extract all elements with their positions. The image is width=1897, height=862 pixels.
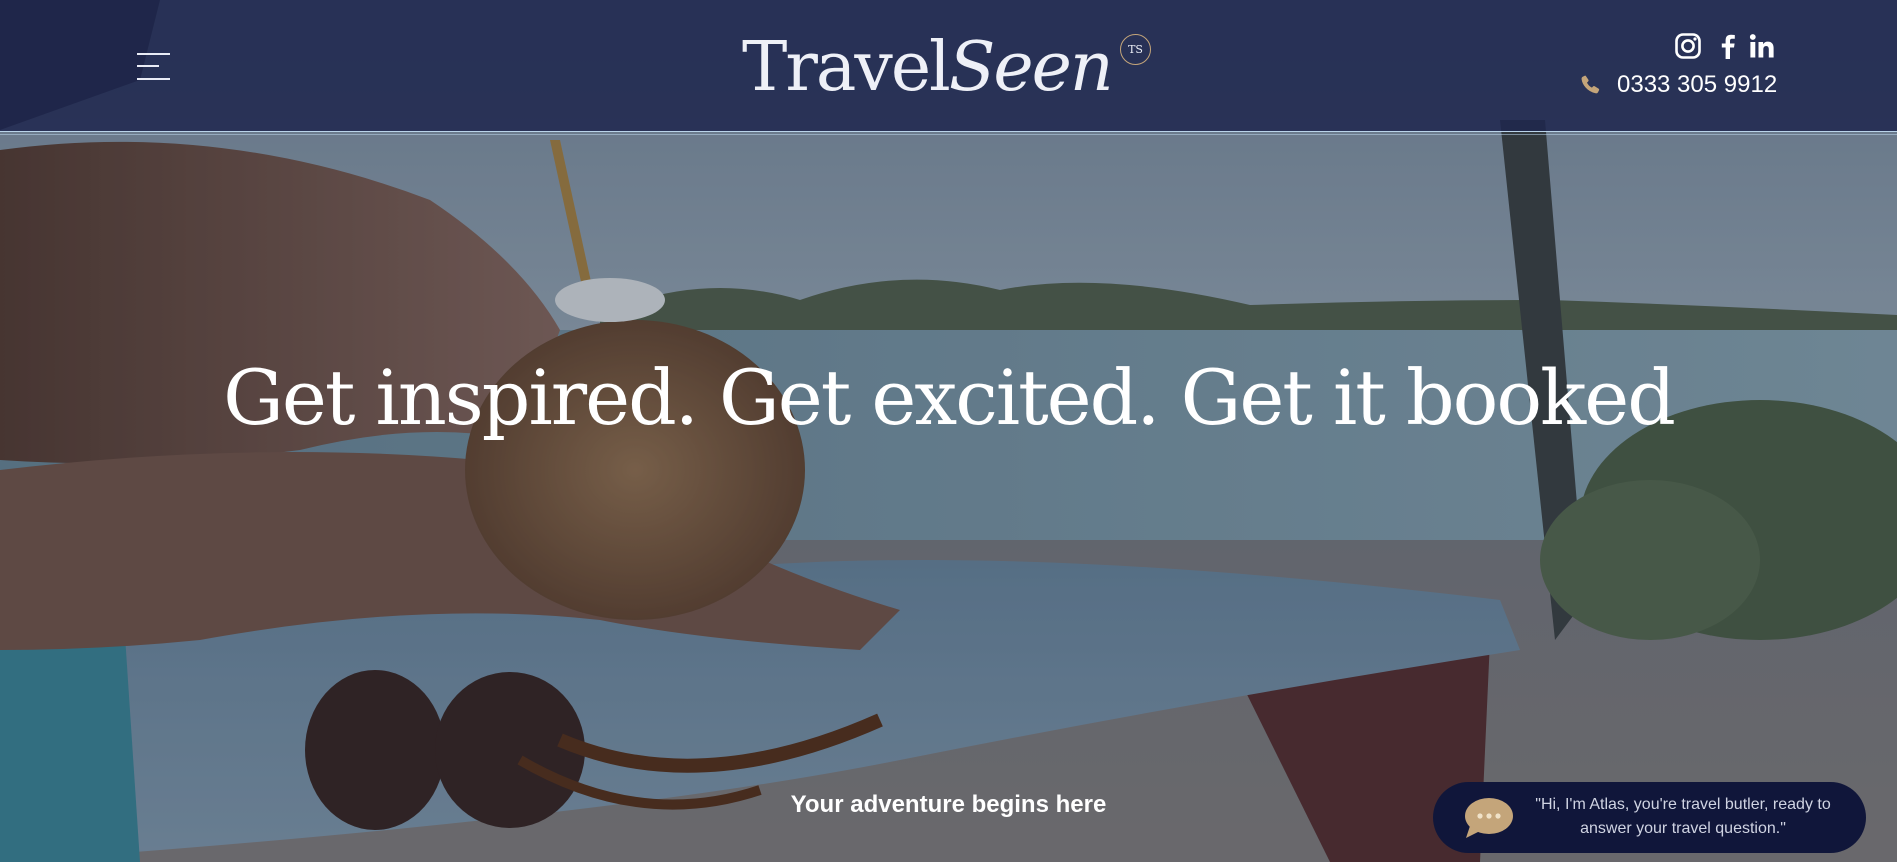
logo-main-text: Travel [742,28,951,107]
chat-bubble-icon [1465,798,1513,838]
linkedin-icon[interactable] [1748,32,1776,60]
chat-widget[interactable]: "Hi, I'm Atlas, you're travel butler, re… [1433,782,1866,853]
logo[interactable]: TravelSeen [742,28,1114,108]
site-header: TravelSeen TS 0333 305 9912 [0,0,1897,131]
phone-number-link[interactable]: 0333 305 9912 [1617,70,1777,100]
facebook-icon[interactable] [1714,32,1742,60]
instagram-icon[interactable] [1674,32,1702,60]
logo-badge: TS [1120,34,1151,65]
header-divider [0,131,1897,132]
chat-message: "Hi, I'm Atlas, you're travel butler, re… [1535,796,1831,837]
logo-accent-text: Seen [948,28,1114,107]
hamburger-menu-icon[interactable] [137,52,170,82]
page: TravelSeen TS 0333 305 9912 Get inspired… [0,0,1897,862]
hero-title: Get inspired. Get excited. Get it booked [223,353,1676,442]
phone-icon [1581,75,1600,94]
